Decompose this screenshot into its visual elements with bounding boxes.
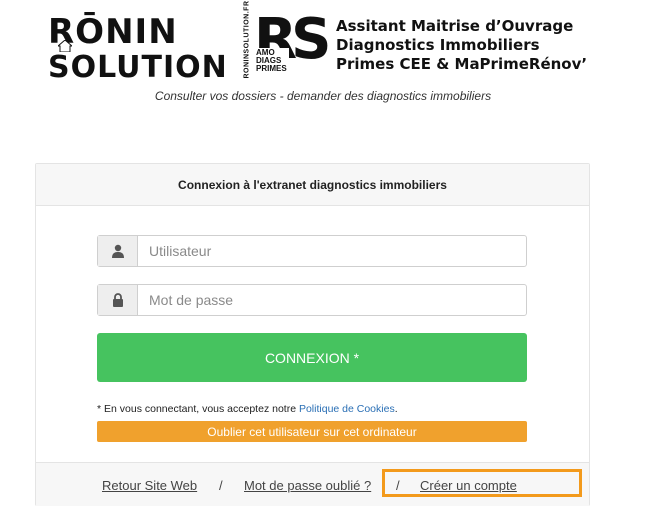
rs-words: AMO DIAGS PRIMES [254, 48, 289, 74]
cookie-consent-text: * En vous connectant, vous acceptez notr… [97, 403, 398, 415]
back-to-website-link[interactable]: Retour Site Web [102, 478, 197, 493]
tagline-line1: Assitant Maitrise d’Ouvrage [336, 17, 574, 35]
password-group [97, 284, 527, 316]
rs-logo: RONINSOLUTION.FR RS AMO DIAGS PRIMES [240, 0, 332, 84]
forget-user-button[interactable]: Oublier cet utilisateur sur cet ordinate… [97, 421, 527, 442]
tagline-line2: Diagnostics Immobiliers [336, 36, 540, 54]
footer-separator: / [396, 478, 400, 493]
rs-word-primes: PRIMES [256, 64, 287, 73]
username-group [97, 235, 527, 267]
page-subtitle: Consulter vos dossiers - demander des di… [154, 89, 492, 103]
house-icon [58, 40, 72, 52]
user-icon [98, 236, 138, 266]
login-panel-footer: Retour Site Web / Mot de passe oublié ? … [36, 462, 589, 506]
ronin-solution-logo: RŌNIN SOLUTION [48, 10, 227, 86]
login-panel-title: Connexion à l'extranet diagnostics immob… [36, 164, 589, 206]
password-input[interactable] [138, 285, 526, 315]
consent-prefix: * En vous connectant, vous acceptez notr… [97, 403, 299, 415]
rs-vertical-text: RONINSOLUTION.FR [240, 0, 252, 82]
forgot-password-link[interactable]: Mot de passe oublié ? [244, 478, 371, 493]
tagline-line3: Primes CEE & MaPrimeRénov’ [336, 55, 588, 73]
login-panel: Connexion à l'extranet diagnostics immob… [35, 163, 590, 506]
rs-vertical-label: RONINSOLUTION.FR [243, 0, 251, 79]
login-button[interactable]: CONNEXION * [97, 333, 527, 382]
consent-suffix: . [394, 403, 398, 415]
lock-icon [98, 285, 138, 315]
tagline: Assitant Maitrise d’Ouvrage Diagnostics … [336, 17, 587, 74]
create-account-link[interactable]: Créer un compte [420, 478, 517, 493]
cookie-policy-link[interactable]: Politique de Cookies [299, 403, 395, 415]
logo-brand-line2: SOLUTION [48, 50, 228, 85]
footer-separator: / [219, 478, 223, 493]
username-input[interactable] [138, 236, 526, 266]
